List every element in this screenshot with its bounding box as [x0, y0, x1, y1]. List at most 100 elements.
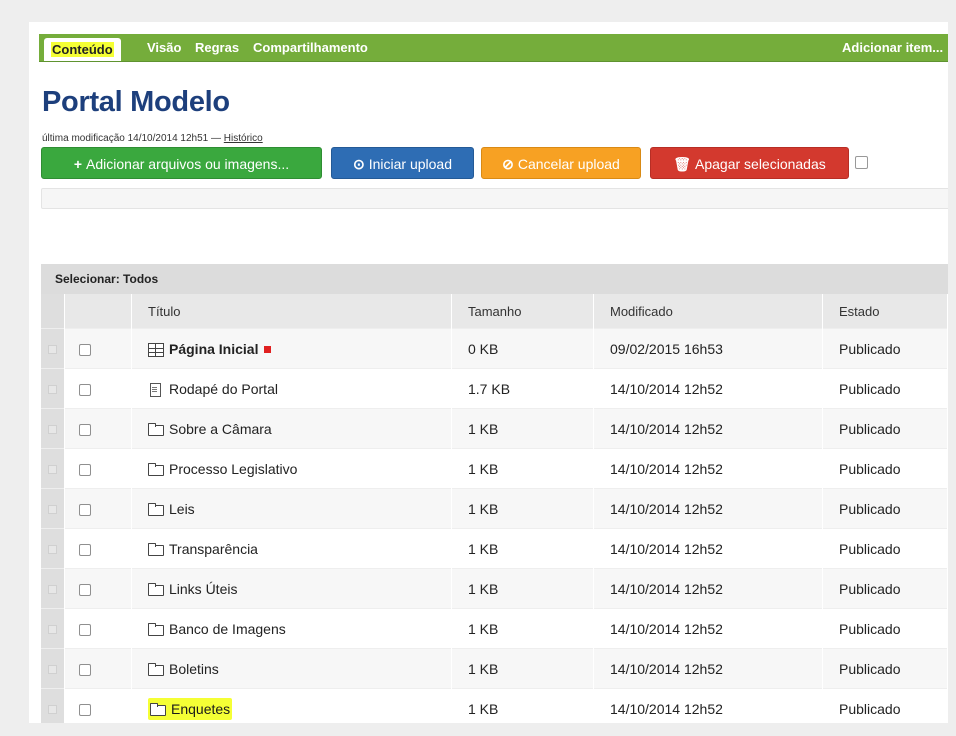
row-title-link[interactable]: Rodapé do Portal: [169, 381, 278, 397]
row-checkbox[interactable]: [79, 583, 91, 596]
row-modified: 14/10/2014 12h52: [593, 408, 823, 449]
row-checkbox[interactable]: [79, 543, 91, 556]
table-row[interactable]: Banco de Imagens 1 KB 14/10/2014 12h52 P…: [41, 608, 948, 649]
row-checkbox[interactable]: [79, 703, 91, 716]
row-title-link[interactable]: Banco de Imagens: [169, 621, 286, 637]
table-row[interactable]: Leis 1 KB 14/10/2014 12h52 Publicado: [41, 488, 948, 529]
drag-handle-icon: [48, 624, 57, 634]
row-state: Publicado: [822, 608, 948, 649]
row-title-link[interactable]: Processo Legislativo: [169, 461, 297, 477]
row-checkbox-cell: [64, 608, 132, 649]
drag-handle[interactable]: [41, 648, 65, 689]
row-title-cell: Enquetes: [131, 688, 452, 723]
cancel-circle-icon: ⊘: [502, 156, 514, 172]
row-checkbox-cell: [64, 488, 132, 529]
tab-visao[interactable]: Visão: [147, 34, 181, 61]
row-title-cell: Links Úteis: [131, 568, 452, 609]
row-size: 1 KB: [451, 488, 594, 529]
start-upload-label: Iniciar upload: [368, 156, 452, 172]
row-title-link[interactable]: Leis: [169, 501, 195, 517]
row-checkbox[interactable]: [79, 623, 91, 636]
row-title-cell: Boletins: [131, 648, 452, 689]
folder-icon: [148, 462, 164, 476]
drag-handle[interactable]: [41, 408, 65, 449]
table-row[interactable]: Transparência 1 KB 14/10/2014 12h52 Publ…: [41, 528, 948, 569]
row-checkbox[interactable]: [79, 503, 91, 516]
row-title-link[interactable]: Página Inicial: [169, 341, 258, 357]
row-state: Publicado: [822, 648, 948, 689]
table-row[interactable]: Enquetes 1 KB 14/10/2014 12h52 Publicado: [41, 688, 948, 723]
row-modified: 14/10/2014 12h52: [593, 688, 823, 723]
column-title[interactable]: Título: [131, 294, 452, 329]
drag-handle[interactable]: [41, 528, 65, 569]
last-modified-text: última modificação 14/10/2014 12h51 —: [42, 133, 222, 144]
add-files-button[interactable]: + Adicionar arquivos ou imagens...: [41, 147, 322, 179]
drag-handle[interactable]: [41, 568, 65, 609]
row-title-link[interactable]: Sobre a Câmara: [169, 421, 272, 437]
select-all-link[interactable]: Todos: [123, 272, 158, 286]
row-title-cell: Leis: [131, 488, 452, 529]
folder-icon: [148, 542, 164, 556]
row-checkbox[interactable]: [79, 383, 91, 396]
row-state: Publicado: [822, 488, 948, 529]
row-state: Publicado: [822, 688, 948, 723]
row-title-link[interactable]: Links Úteis: [169, 581, 237, 597]
add-item-menu[interactable]: Adicionar item...: [842, 34, 943, 61]
column-state[interactable]: Estado: [822, 294, 948, 329]
drag-handle-icon: [48, 664, 57, 674]
row-checkbox[interactable]: [79, 423, 91, 436]
tab-regras[interactable]: Regras: [195, 34, 239, 61]
drag-handle[interactable]: [41, 368, 65, 409]
drag-handle[interactable]: [41, 688, 65, 723]
table-row[interactable]: Sobre a Câmara 1 KB 14/10/2014 12h52 Pub…: [41, 408, 948, 449]
row-modified: 14/10/2014 12h52: [593, 448, 823, 489]
row-checkbox[interactable]: [79, 663, 91, 676]
drag-handle[interactable]: [41, 328, 65, 369]
table-row[interactable]: Página Inicial 0 KB 09/02/2015 16h53 Pub…: [41, 328, 948, 369]
row-title-link[interactable]: Enquetes: [171, 701, 230, 717]
row-checkbox-cell: [64, 568, 132, 609]
row-title-cell: Rodapé do Portal: [131, 368, 452, 409]
row-title-link[interactable]: Boletins: [169, 661, 219, 677]
drag-handle-icon: [48, 544, 57, 554]
history-link[interactable]: Histórico: [224, 133, 263, 144]
row-size: 1 KB: [451, 448, 594, 489]
row-modified: 14/10/2014 12h52: [593, 528, 823, 569]
content-page: Conteúdo Visão Regras Compartilhamento A…: [29, 22, 948, 723]
tab-compartilhamento[interactable]: Compartilhamento: [253, 34, 368, 61]
row-modified: 14/10/2014 12h52: [593, 608, 823, 649]
start-upload-button[interactable]: ⊙ Iniciar upload: [331, 147, 474, 179]
row-title-link[interactable]: Transparência: [169, 541, 258, 557]
row-checkbox-cell: [64, 688, 132, 723]
folder-icon: [148, 582, 164, 596]
drag-handle[interactable]: [41, 488, 65, 529]
row-checkbox[interactable]: [79, 343, 91, 356]
table-row[interactable]: Links Úteis 1 KB 14/10/2014 12h52 Public…: [41, 568, 948, 609]
delete-selected-button[interactable]: 🗑 Apagar selecionadas: [650, 147, 849, 179]
tab-conteudo[interactable]: Conteúdo: [44, 38, 121, 61]
table-row[interactable]: Boletins 1 KB 14/10/2014 12h52 Publicado: [41, 648, 948, 689]
select-label: Selecionar:: [55, 272, 120, 286]
highlighted-title: Enquetes: [148, 697, 233, 720]
column-size[interactable]: Tamanho: [451, 294, 594, 329]
trash-icon: 🗑: [673, 156, 691, 172]
row-title-cell: Sobre a Câmara: [131, 408, 452, 449]
add-files-label: Adicionar arquivos ou imagens...: [86, 156, 290, 172]
drag-handle-icon: [48, 384, 57, 394]
row-checkbox-cell: [64, 408, 132, 449]
table-row[interactable]: Rodapé do Portal 1.7 KB 14/10/2014 12h52…: [41, 368, 948, 409]
drag-handle[interactable]: [41, 448, 65, 489]
edit-toolbar: Conteúdo Visão Regras Compartilhamento A…: [39, 34, 948, 62]
row-title-cell: Processo Legislativo: [131, 448, 452, 489]
select-all-uploads-checkbox[interactable]: [855, 156, 868, 169]
column-modified[interactable]: Modificado: [593, 294, 823, 329]
upload-circle-icon: ⊙: [352, 156, 365, 172]
cancel-upload-button[interactable]: ⊘ Cancelar upload: [481, 147, 641, 179]
table-header-row: Título Tamanho Modificado Estado: [41, 294, 948, 329]
row-size: 1 KB: [451, 568, 594, 609]
row-state: Publicado: [822, 448, 948, 489]
row-checkbox[interactable]: [79, 463, 91, 476]
page-icon: [148, 382, 164, 397]
drag-handle[interactable]: [41, 608, 65, 649]
table-row[interactable]: Processo Legislativo 1 KB 14/10/2014 12h…: [41, 448, 948, 489]
